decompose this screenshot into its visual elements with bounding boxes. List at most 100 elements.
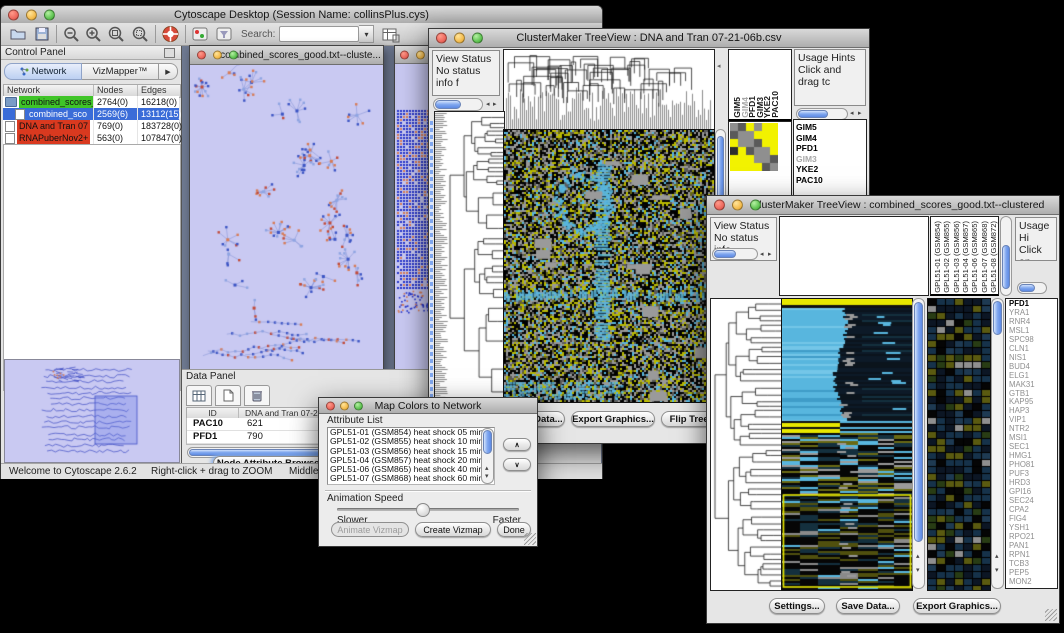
treeview2-genes-vscrollbar[interactable]: ▴ ▾ <box>991 298 1004 589</box>
network-table-row[interactable]: RNAPuberNov2+563(0)107847(0) <box>3 132 179 144</box>
zoom-fit-icon[interactable] <box>106 26 126 43</box>
float-panel-icon[interactable] <box>164 48 175 58</box>
zoom-icon[interactable] <box>354 401 363 410</box>
filter-icon[interactable] <box>215 26 233 42</box>
window-controls[interactable] <box>436 33 483 44</box>
gene-item[interactable]: YKE2 <box>796 164 866 175</box>
attribute-list-item[interactable]: GPL51-07 (GSM868) heat shock 60 min <box>328 474 494 483</box>
attribute-browser-icon[interactable] <box>381 26 400 43</box>
gene-item[interactable]: GIM3 <box>796 154 866 165</box>
save-icon[interactable] <box>33 26 51 42</box>
delete-attribute-trash-icon[interactable] <box>244 385 270 406</box>
treeview2-button-settings-[interactable]: Settings... <box>769 598 825 614</box>
network-window-titlebar[interactable]: combined_scores_good.txt--cluste... <box>190 46 383 65</box>
scroll-right-icon[interactable]: ▸ <box>858 110 862 118</box>
attribute-list-vscrollbar[interactable]: ▴ ▾ <box>481 428 494 484</box>
treeview1-status-hscrollbar[interactable] <box>433 98 483 111</box>
treeview2-button-export-graphics-[interactable]: Export Graphics... <box>913 598 1001 614</box>
speed-slider-thumb[interactable] <box>416 503 430 517</box>
minimize-icon[interactable] <box>213 51 222 60</box>
scroll-down-icon[interactable]: ▾ <box>916 567 920 575</box>
new-attribute-icon[interactable] <box>215 385 241 406</box>
tab-vizmapper[interactable]: VizMapper™ <box>82 63 159 80</box>
close-icon[interactable] <box>436 33 447 44</box>
gene-item[interactable]: PFD1 <box>796 143 866 154</box>
minimize-icon[interactable] <box>26 9 37 20</box>
scroll-right-icon[interactable]: ▸ <box>768 251 772 259</box>
network-table-row[interactable]: combined_sco2569(6)13112(15) <box>3 108 179 120</box>
gene-item[interactable]: MON2 <box>1009 578 1057 587</box>
dialog-button-create-vizmap[interactable]: Create Vizmap <box>415 522 491 537</box>
scroll-right-icon[interactable]: ▸ <box>493 101 497 109</box>
help-lifebuoy-icon[interactable] <box>161 25 180 43</box>
treeview2-zoom-heatmap[interactable] <box>927 298 991 591</box>
dialog-button-animate-vizmap: Animate Vizmap <box>331 522 409 537</box>
scroll-up-icon[interactable]: ▴ <box>916 553 920 561</box>
window-controls[interactable] <box>8 9 55 20</box>
vizmap-icon[interactable] <box>191 26 209 42</box>
move-down-button[interactable]: ∨ <box>503 458 531 471</box>
gene-item[interactable]: GIM5 <box>796 122 866 133</box>
treeview1-column-dendrogram[interactable] <box>503 49 715 130</box>
scroll-down-icon[interactable]: ▾ <box>485 473 489 481</box>
treeview1-titlebar[interactable]: ClusterMaker TreeView : DNA and Tran 07-… <box>429 29 869 48</box>
scroll-left-icon[interactable]: ◂ <box>486 101 490 109</box>
treeview1-button-export-graphics-[interactable]: Export Graphics... <box>571 411 655 427</box>
resize-grip[interactable] <box>524 533 536 545</box>
close-icon[interactable] <box>8 9 19 20</box>
zoom-icon[interactable] <box>229 51 238 60</box>
network-view-canvas[interactable] <box>190 64 381 370</box>
close-icon[interactable] <box>326 401 335 410</box>
attribute-table-icon[interactable] <box>186 385 212 406</box>
network-overview-thumbnail[interactable] <box>4 359 180 463</box>
splitter-arrow-icon[interactable]: ◂ <box>717 63 721 71</box>
dialog-titlebar[interactable]: Map Colors to Network <box>319 398 537 414</box>
zoom-icon[interactable] <box>750 200 761 211</box>
zoom-out-icon[interactable] <box>62 26 80 43</box>
window-controls[interactable] <box>197 51 238 60</box>
scroll-up-icon[interactable]: ▴ <box>995 553 999 561</box>
search-dropdown-button[interactable]: ▾ <box>359 25 374 43</box>
column-label: GPL51-04 (GSM857) <box>961 221 970 293</box>
open-file-icon[interactable] <box>9 26 27 42</box>
treeview2-labels-vscrollbar[interactable] <box>1000 216 1012 296</box>
close-icon[interactable] <box>197 51 206 60</box>
gene-item[interactable]: GIM4 <box>796 133 866 144</box>
minimize-icon[interactable] <box>454 33 465 44</box>
treeview2-titlebar[interactable]: ClusterMaker TreeView : combined_scores_… <box>707 196 1059 215</box>
close-icon[interactable] <box>714 200 725 211</box>
treeview2-heatmap[interactable] <box>781 298 913 591</box>
search-input[interactable] <box>279 26 359 42</box>
window-controls[interactable] <box>326 401 363 410</box>
window-controls[interactable] <box>714 200 761 211</box>
resize-grip[interactable] <box>1045 609 1057 621</box>
main-titlebar[interactable]: Cytoscape Desktop (Session Name: collins… <box>1 6 602 24</box>
treeview2-status-hscrollbar[interactable] <box>712 248 758 260</box>
zoom-icon[interactable] <box>44 9 55 20</box>
move-up-button[interactable]: ∧ <box>503 438 531 451</box>
treeview1-row-dendrogram[interactable] <box>434 111 505 403</box>
minimize-icon[interactable] <box>340 401 349 410</box>
treeview2-row-dendrogram[interactable] <box>710 298 782 591</box>
treeview2-vscrollbar[interactable]: ▴ ▾ <box>912 298 925 589</box>
treeview1-heatmap[interactable] <box>503 129 715 403</box>
zoom-icon[interactable] <box>472 33 483 44</box>
minimize-icon[interactable] <box>416 50 425 59</box>
treeview1-usage-hints-panel: Usage Hints Click and drag tc <box>794 49 866 106</box>
tab-network[interactable]: Network <box>4 63 82 80</box>
treeview2-button-save-data-[interactable]: Save Data... <box>836 598 900 614</box>
minimize-icon[interactable] <box>732 200 743 211</box>
close-icon[interactable] <box>400 50 409 59</box>
tab-overflow-button[interactable]: ▶ <box>159 63 178 80</box>
scroll-left-icon[interactable]: ◂ <box>760 251 764 259</box>
network-table-row[interactable]: combined_scores_2764(0)16218(0) <box>3 96 179 108</box>
scroll-left-icon[interactable]: ◂ <box>850 110 854 118</box>
scroll-up-icon[interactable]: ▴ <box>485 465 489 473</box>
network-table-row[interactable]: DNA and Tran 07769(0)183728(0) <box>3 120 179 132</box>
treeview2-usage-hscrollbar[interactable] <box>1017 282 1047 294</box>
zoom-selected-icon[interactable] <box>130 26 150 43</box>
gene-item[interactable]: PAC10 <box>796 175 866 186</box>
zoom-in-icon[interactable] <box>84 26 102 43</box>
scroll-down-icon[interactable]: ▾ <box>995 567 999 575</box>
treeview1-correlation-submatrix[interactable] <box>730 123 778 171</box>
